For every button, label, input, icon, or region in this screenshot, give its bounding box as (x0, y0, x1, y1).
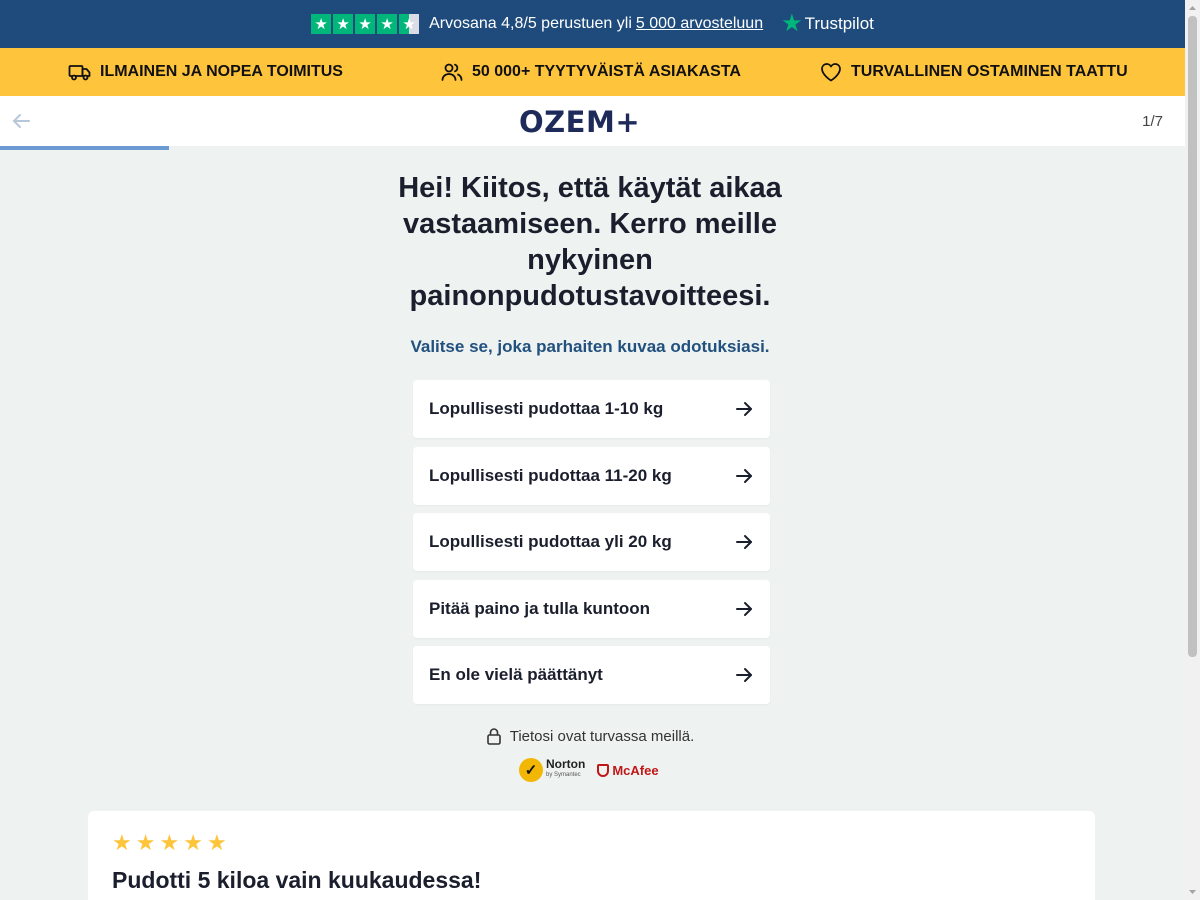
benefit-label: ILMAINEN JA NOPEA TOIMITUS (100, 63, 343, 80)
arrow-right-icon (736, 535, 752, 549)
review-title: Pudotti 5 kiloa vain kuukaudessa! (112, 867, 482, 893)
trustpilot-stars: ★ ★ ★ ★ ★ (311, 14, 420, 34)
benefit-shipping: ILMAINEN JA NOPEA TOIMITUS (68, 48, 343, 96)
step-counter: 1/7 (1142, 113, 1163, 130)
star-icon: ★ (355, 14, 376, 34)
option-label: Lopullisesti pudottaa yli 20 kg (429, 532, 672, 551)
truck-icon (68, 65, 91, 81)
star-icon: ★ (159, 830, 180, 855)
scroll-up-icon[interactable] (1188, 3, 1197, 13)
shield-icon (597, 763, 610, 777)
security-badges: ✓ Norton by Symantec McAfee (519, 758, 659, 782)
option-label: Lopullisesti pudottaa 1-10 kg (429, 399, 664, 418)
quiz-question: Hei! Kiitos, että käytät aikaa vastaamis… (398, 172, 782, 312)
norton-sub: by Symantec (546, 772, 581, 778)
trustpilot-reviews-link[interactable]: 5 000 arvosteluun (636, 15, 763, 33)
option-1-10kg[interactable]: Lopullisesti pudottaa 1-10 kg (413, 380, 770, 438)
heart-icon (821, 63, 841, 82)
mcafee-label: McAfee (612, 762, 659, 778)
arrow-right-icon (736, 602, 752, 616)
scrollbar-thumb[interactable] (1188, 16, 1197, 657)
checkmark-icon: ✓ (519, 758, 543, 782)
scroll-down-icon[interactable] (1188, 887, 1197, 897)
option-label: Lopullisesti pudottaa 11-20 kg (429, 466, 672, 485)
benefit-customers: 50 000+ TYYTYVÄISTÄ ASIAKASTA (440, 48, 741, 96)
half-star-icon: ★ (399, 14, 420, 34)
option-label: Pitää paino ja tulla kuntoon (429, 599, 651, 618)
option-undecided[interactable]: En ole vielä päättänyt (413, 646, 770, 704)
option-11-20kg[interactable]: Lopullisesti pudottaa 11-20 kg (413, 447, 770, 505)
users-icon (441, 63, 463, 81)
option-label: En ole vielä päättänyt (429, 665, 603, 684)
quiz-header: OZEM+ 1/7 (0, 96, 1185, 146)
arrow-right-icon (736, 469, 752, 483)
benefit-label: 50 000+ TYYTYVÄISTÄ ASIAKASTA (472, 63, 741, 80)
option-over-20kg[interactable]: Lopullisesti pudottaa yli 20 kg (413, 513, 770, 571)
option-maintain-weight[interactable]: Pitää paino ja tulla kuntoon (413, 580, 770, 638)
trustpilot-bar: ★ ★ ★ ★ ★ Arvosana 4,8/5 perustuen yli 5… (0, 0, 1185, 48)
star-icon: ★ (377, 14, 398, 34)
norton-badge: ✓ Norton by Symantec (519, 758, 585, 782)
star-icon: ★ (333, 14, 354, 34)
star-icon: ★ (112, 830, 132, 855)
star-icon: ★ (135, 830, 156, 855)
star-icon: ★ (183, 830, 203, 855)
mcafee-badge: McAfee (597, 762, 659, 778)
star-icon: ★ (311, 14, 332, 34)
progress-bar (0, 146, 169, 150)
privacy-note-text: Tietosi ovat turvassa meillä. (509, 727, 695, 745)
norton-label: Norton by Symantec (546, 757, 586, 781)
review-rating: ★ ★ ★ ★ ★ (112, 832, 227, 854)
trustpilot-brand: Trustpilot (804, 14, 874, 33)
review-card: ★ ★ ★ ★ ★ Pudotti 5 kiloa vain kuukaudes… (88, 811, 1095, 900)
trustpilot-star-icon: ★ (781, 10, 803, 37)
trustpilot-rating-text: Arvosana 4,8/5 perustuen yli (429, 15, 632, 32)
scrollbar[interactable] (1185, 0, 1200, 900)
lock-icon (486, 728, 501, 745)
benefits-bar: ILMAINEN JA NOPEA TOIMITUS 50 000+ TYYTY… (0, 48, 1185, 96)
benefit-secure: TURVALLINEN OSTAMINEN TAATTU (819, 48, 1128, 96)
star-icon: ★ (206, 830, 227, 855)
benefit-label: TURVALLINEN OSTAMINEN TAATTU (851, 63, 1128, 80)
trustpilot-logo[interactable]: ★ Trustpilot (781, 12, 874, 36)
norton-name: Norton (546, 757, 586, 771)
quiz-subtitle: Valitse se, joka parhaiten kuvaa odotuks… (410, 337, 770, 356)
privacy-note: Tietosi ovat turvassa meillä. (330, 727, 850, 745)
back-arrow-icon[interactable] (10, 110, 32, 132)
arrow-right-icon (736, 668, 752, 682)
brand-logo: OZEM+ (519, 105, 641, 139)
arrow-right-icon (736, 402, 752, 416)
